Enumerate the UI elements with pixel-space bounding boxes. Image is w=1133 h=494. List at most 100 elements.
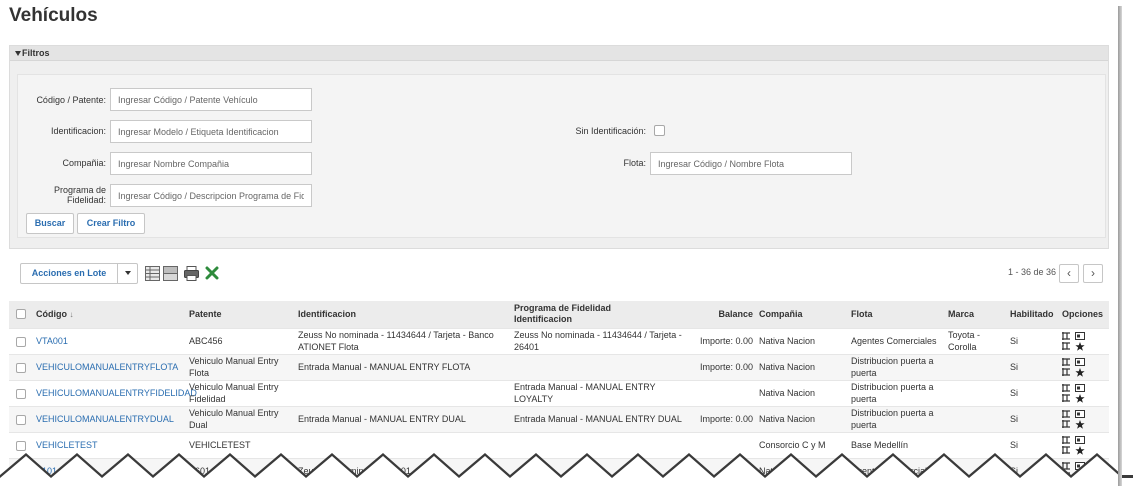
col-flota[interactable]: Flota bbox=[848, 301, 945, 328]
flota-input[interactable] bbox=[650, 152, 852, 175]
prev-page-button[interactable]: ‹ bbox=[1059, 264, 1079, 283]
card-icon[interactable] bbox=[1075, 331, 1085, 340]
col-patente[interactable]: Patente bbox=[186, 301, 295, 328]
identificacion-input[interactable] bbox=[110, 120, 312, 143]
programa-input[interactable] bbox=[110, 184, 312, 207]
edit-tree-icon[interactable] bbox=[1062, 383, 1071, 392]
card-icon[interactable] bbox=[1075, 383, 1085, 392]
star-icon[interactable] bbox=[1075, 341, 1085, 351]
cell-marca bbox=[945, 431, 1007, 458]
row-checkbox[interactable] bbox=[16, 388, 26, 399]
buscar-button[interactable]: Buscar bbox=[26, 213, 74, 234]
hierarchy-icon[interactable] bbox=[1062, 471, 1071, 480]
filters-toggle[interactable]: Filtros bbox=[10, 46, 1108, 61]
caret-down-icon bbox=[15, 51, 21, 57]
list-view-icon[interactable] bbox=[163, 266, 178, 281]
cell-flota: Agentes Comerciales bbox=[848, 327, 945, 354]
excel-export-icon[interactable] bbox=[205, 266, 219, 280]
row-select-cell bbox=[9, 431, 33, 458]
hierarchy-icon[interactable] bbox=[1062, 445, 1071, 454]
row-checkbox[interactable] bbox=[16, 362, 26, 373]
filters-panel: Filtros Código / Patente: Identificacion… bbox=[9, 45, 1109, 249]
cell-flota: Distribucion puerta a puerta bbox=[848, 379, 945, 406]
vehicle-code-link[interactable]: VTA001 bbox=[36, 336, 68, 346]
cell-patente: ABC456 bbox=[186, 327, 295, 354]
card-icon[interactable] bbox=[1075, 435, 1085, 444]
vehicle-code-link[interactable]: V101...01 bbox=[36, 466, 75, 476]
edit-tree-icon[interactable] bbox=[1062, 357, 1071, 366]
hierarchy-icon[interactable] bbox=[1062, 341, 1071, 350]
star-icon[interactable] bbox=[1075, 471, 1085, 481]
cell-programa bbox=[511, 431, 691, 458]
cell-programa: Entrada Manual - MANUAL ENTRY LOYALTY bbox=[511, 379, 691, 406]
col-marca[interactable]: Marca bbox=[945, 301, 1007, 328]
sort-down-icon: ↓ bbox=[69, 309, 74, 319]
row-checkbox[interactable] bbox=[16, 440, 26, 451]
cell-patente: Vehiculo Manual Entry Fidelidad bbox=[186, 379, 295, 406]
cell-identificacion bbox=[295, 431, 511, 458]
row-checkbox[interactable] bbox=[16, 336, 26, 347]
cell-marca bbox=[945, 379, 1007, 406]
edit-tree-icon[interactable] bbox=[1062, 331, 1071, 340]
card-icon[interactable] bbox=[1075, 409, 1085, 418]
page-shadow bbox=[1118, 6, 1122, 486]
acciones-en-lote-dropdown[interactable]: Acciones en Lote bbox=[20, 263, 138, 284]
cell-opciones bbox=[1059, 405, 1109, 432]
col-programa[interactable]: Programa de Fidelidad Identificacion bbox=[511, 301, 691, 328]
cell-identificacion: Entrada Manual - MANUAL ENTRY DUAL bbox=[295, 405, 511, 432]
row-select-cell bbox=[9, 405, 33, 432]
edit-tree-icon[interactable] bbox=[1062, 409, 1071, 418]
star-icon[interactable] bbox=[1075, 419, 1085, 429]
next-page-button[interactable]: › bbox=[1083, 264, 1103, 283]
edit-tree-icon[interactable] bbox=[1062, 435, 1071, 444]
chevron-down-icon[interactable] bbox=[125, 271, 131, 275]
star-icon[interactable] bbox=[1075, 393, 1085, 403]
select-all-checkbox[interactable] bbox=[16, 309, 26, 320]
cell-patente: VEHICLETEST bbox=[186, 431, 295, 458]
cell-codigo: V101...01 bbox=[33, 457, 186, 484]
hierarchy-icon[interactable] bbox=[1062, 367, 1071, 376]
card-icon[interactable] bbox=[1075, 357, 1085, 366]
vehicle-code-link[interactable]: VEHICULOMANUALENTRYFIDELIDAD bbox=[36, 388, 197, 398]
vehicle-code-link[interactable]: VEHICLETEST bbox=[36, 440, 98, 450]
vehicle-code-link[interactable]: VEHICULOMANUALENTRYDUAL bbox=[36, 414, 174, 424]
table-row: VEHICLETEST VEHICLETEST Consorcio C y M Bas… bbox=[9, 431, 1109, 458]
sin-identificacion-checkbox[interactable] bbox=[654, 125, 665, 136]
cell-compania: Nativa bbox=[756, 457, 848, 484]
vehicle-code-link[interactable]: VEHICULOMANUALENTRYFLOTA bbox=[36, 362, 178, 372]
cell-habilitado: Si bbox=[1007, 327, 1059, 354]
cell-marca bbox=[945, 405, 1007, 432]
row-select-cell bbox=[9, 327, 33, 354]
print-icon[interactable] bbox=[184, 266, 199, 281]
star-icon[interactable] bbox=[1075, 367, 1085, 377]
cell-identificacion: Zeuss No nominada - 11601 bbox=[295, 457, 511, 484]
col-compania[interactable]: Compañia bbox=[756, 301, 848, 328]
compania-input[interactable] bbox=[110, 152, 312, 175]
crear-filtro-button[interactable]: Crear Filtro bbox=[77, 213, 145, 234]
cell-balance: Importe bbox=[691, 457, 756, 484]
page-title: Vehículos bbox=[9, 5, 98, 26]
col-habilitado[interactable]: Habilitado bbox=[1007, 301, 1059, 328]
cell-identificacion bbox=[295, 379, 511, 406]
col-identificacion[interactable]: Identificacion bbox=[295, 301, 511, 328]
cell-compania: Nativa Nacion bbox=[756, 353, 848, 380]
hierarchy-icon[interactable] bbox=[1062, 393, 1071, 402]
row-checkbox[interactable] bbox=[16, 414, 26, 425]
cell-codigo: VEHICULOMANUALENTRYFLOTA bbox=[33, 353, 186, 380]
star-icon[interactable] bbox=[1075, 445, 1085, 455]
grid-view-icon[interactable] bbox=[145, 266, 160, 281]
col-codigo[interactable]: Código ↓ bbox=[33, 301, 186, 328]
edit-tree-icon[interactable] bbox=[1062, 461, 1071, 470]
codigo-input[interactable] bbox=[110, 88, 312, 111]
vehicles-table: Código ↓ Patente Identificacion Programa… bbox=[9, 301, 1109, 484]
cell-programa bbox=[511, 353, 691, 380]
card-icon[interactable] bbox=[1075, 461, 1085, 470]
cell-habilitado: Si bbox=[1007, 457, 1059, 484]
row-checkbox[interactable] bbox=[16, 466, 26, 477]
cell-opciones bbox=[1059, 379, 1109, 406]
cell-identificacion: Entrada Manual - MANUAL ENTRY FLOTA bbox=[295, 353, 511, 380]
hierarchy-icon[interactable] bbox=[1062, 419, 1071, 428]
cell-patente: Vehiculo Manual Entry Flota bbox=[186, 353, 295, 380]
col-balance[interactable]: Balance bbox=[691, 301, 756, 328]
header-select-all-cell bbox=[9, 301, 33, 328]
